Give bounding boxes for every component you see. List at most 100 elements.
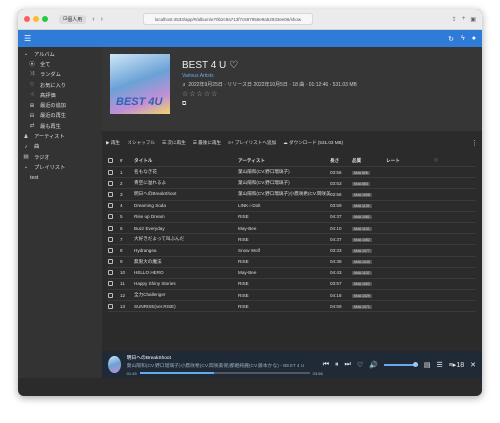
- table-row[interactable]: 5 Rise up Dream RISE 04:37 M4A 1081: [108, 212, 476, 223]
- row-checkbox[interactable]: [108, 292, 113, 298]
- table-row[interactable]: 2 青空に溢れるよ 葉山陽和(CV.野口瑠璃子) 03:53 M4A 853: [108, 178, 476, 190]
- track-artist[interactable]: RISE: [238, 214, 330, 219]
- table-row[interactable]: 13 SUNRISE(ver.RISE) RISE 04:59 M4A 1071: [108, 301, 476, 313]
- table-row[interactable]: 12 全力Challenger RISE 04:18 M4A 1029: [108, 290, 476, 302]
- play-button[interactable]: ▶ 再生: [106, 140, 120, 146]
- col-artist[interactable]: アーティスト: [238, 158, 330, 164]
- tabs-icon[interactable]: ▣: [470, 16, 476, 23]
- close-window-button[interactable]: [24, 16, 30, 22]
- track-title[interactable]: Happy Shiny Stories: [134, 281, 238, 286]
- sidebar-section-playlists[interactable]: ⌄ プレイリスト: [18, 162, 102, 172]
- sidebar-item-all[interactable]: ⦿ 全て: [18, 59, 102, 69]
- track-title[interactable]: 無限大の魔法: [134, 259, 238, 265]
- queue-icon[interactable]: ☰: [436, 361, 442, 369]
- col-quality[interactable]: 品質: [352, 158, 386, 164]
- track-title[interactable]: 明日へのBreakShoot: [134, 191, 238, 197]
- track-title[interactable]: Hydrangea: [134, 248, 238, 253]
- add-to-playlist-button[interactable]: ≡+ プレイリストへ追加: [228, 140, 276, 146]
- maximize-window-button[interactable]: [42, 16, 48, 22]
- select-all-checkbox[interactable]: [108, 158, 113, 163]
- sidebar-item-recently-played[interactable]: ⊟ 最近の再生: [18, 111, 102, 121]
- row-checkbox[interactable]: [108, 281, 113, 287]
- col-title[interactable]: タイトル: [134, 158, 238, 164]
- progress-slider[interactable]: [139, 372, 310, 374]
- track-artist[interactable]: LINK☆Dolt: [238, 203, 330, 209]
- more-options-icon[interactable]: ⋮: [471, 139, 478, 147]
- track-artist[interactable]: RISE: [238, 281, 330, 286]
- track-title[interactable]: 大好きだよって叫ぶんだ: [134, 236, 238, 242]
- track-artist[interactable]: RISE: [238, 304, 330, 309]
- track-artist[interactable]: 葉山陽和(CV.野口瑠璃子): [238, 169, 330, 175]
- now-playing-title[interactable]: 明日へのBreakShoot: [127, 354, 323, 361]
- table-row[interactable]: 1 名もなき花 葉山陽和(CV.野口瑠璃子) 03:56 M4A 826: [108, 167, 476, 179]
- track-artist[interactable]: 葉山陽和(CV.野口瑠璃子): [238, 180, 330, 186]
- row-checkbox[interactable]: [108, 169, 113, 175]
- table-row[interactable]: 7 大好きだよって叫ぶんだ RISE 04:37 M4A 1082: [108, 234, 476, 246]
- heart-icon[interactable]: ♡: [229, 60, 238, 71]
- play-next-button[interactable]: ☰ 次に再生: [162, 140, 186, 146]
- track-title[interactable]: Buzz Everyday: [134, 226, 238, 231]
- track-title[interactable]: 全力Challenger: [134, 292, 238, 298]
- track-artist[interactable]: 葉山陽和(CV.野口瑠璃子)小鷹咲希(CV.岡咲美保)都姫純麗(CV.藤本かな): [238, 191, 330, 197]
- col-number[interactable]: #: [120, 158, 134, 163]
- now-playing-cover[interactable]: [108, 356, 121, 373]
- close-icon[interactable]: ✕: [470, 361, 476, 369]
- col-length[interactable]: 長さ: [330, 158, 352, 164]
- row-checkbox[interactable]: [108, 303, 113, 309]
- track-title[interactable]: Dreaming Soda: [134, 203, 238, 208]
- previous-icon[interactable]: ⏮: [323, 361, 329, 369]
- track-artist[interactable]: RISE: [238, 293, 330, 298]
- sidebar-item-most-played[interactable]: ⇄ 最も再生: [18, 121, 102, 131]
- track-artist[interactable]: RISE: [238, 237, 330, 242]
- track-title[interactable]: 青空に溢れるよ: [134, 180, 238, 186]
- share-icon[interactable]: ⧉: [182, 101, 357, 108]
- sidebar-item-songs[interactable]: ♪ 曲: [18, 142, 102, 152]
- track-artist[interactable]: May-Bee: [238, 226, 330, 231]
- volume-slider[interactable]: [383, 361, 418, 367]
- profile-button[interactable]: ⊡ 個人用: [59, 14, 87, 24]
- table-row[interactable]: 11 Happy Shiny Stories RISE 03:57 M4A 1062: [108, 279, 476, 291]
- table-row[interactable]: 10 HELLO HERO May-Bee 04:43 M4A 1102: [108, 268, 476, 279]
- sidebar-item-random[interactable]: ⤨ ランダム: [18, 70, 102, 80]
- minimize-window-button[interactable]: [33, 16, 39, 22]
- track-title[interactable]: SUNRISE(ver.RISE): [134, 304, 238, 309]
- next-icon[interactable]: ⏭: [345, 361, 351, 369]
- user-icon[interactable]: ●: [472, 35, 476, 43]
- sidebar-item-favorites[interactable]: ♡ お気に入り: [18, 80, 102, 90]
- forward-icon[interactable]: ›: [101, 16, 103, 23]
- activity-icon[interactable]: ϟ: [461, 35, 465, 43]
- table-row[interactable]: 4 Dreaming Soda LINK☆Dolt 03:59 M4A 1125: [108, 201, 476, 212]
- back-icon[interactable]: ‹: [92, 16, 94, 23]
- row-checkbox[interactable]: [108, 191, 113, 197]
- row-checkbox[interactable]: [108, 180, 113, 186]
- track-artist[interactable]: May-Bee: [238, 270, 330, 275]
- download-button[interactable]: ☁ ダウンロード (531.03 MB): [283, 140, 343, 146]
- row-checkbox[interactable]: [108, 236, 113, 242]
- col-rating[interactable]: レート: [386, 158, 434, 164]
- row-checkbox[interactable]: [108, 259, 113, 265]
- table-row[interactable]: 3 明日へのBreakShoot 葉山陽和(CV.野口瑠璃子)小鷹咲希(CV.岡咲美…: [108, 189, 476, 201]
- add-tab-icon[interactable]: +: [462, 16, 466, 23]
- heart-icon[interactable]: ♡: [357, 361, 363, 369]
- track-title[interactable]: 名もなき花: [134, 169, 238, 175]
- menu-icon[interactable]: ☰: [24, 34, 31, 43]
- row-checkbox[interactable]: [108, 225, 113, 231]
- sidebar-playlist-test[interactable]: test: [18, 173, 102, 183]
- pause-icon[interactable]: ⏸: [335, 361, 339, 369]
- share-icon[interactable]: ⇪: [452, 16, 457, 23]
- heart-icon[interactable]: ♡: [434, 158, 444, 164]
- refresh-icon[interactable]: ↻: [448, 35, 454, 43]
- sidebar-section-albums[interactable]: ⌄ アルバム: [18, 49, 102, 59]
- track-title[interactable]: Rise up Dream: [134, 214, 238, 219]
- sidebar-item-recently-added[interactable]: ⊞ 最近の追加: [18, 100, 102, 110]
- volume-icon[interactable]: 🔊: [369, 361, 378, 369]
- album-artist-link[interactable]: Various Artists: [182, 73, 357, 79]
- sidebar-item-top-rated[interactable]: ☝ 高評価: [18, 90, 102, 100]
- track-artist[interactable]: RISE: [238, 259, 330, 264]
- table-row[interactable]: 8 Hydrangea Snow Wolf 03:33 M4A 1077: [108, 245, 476, 257]
- lyrics-icon[interactable]: ▤: [424, 361, 431, 369]
- track-artist[interactable]: Snow Wolf: [238, 248, 330, 253]
- track-title[interactable]: HELLO HERO: [134, 270, 238, 275]
- rating-stars[interactable]: ☆☆☆☆☆: [182, 90, 357, 98]
- row-checkbox[interactable]: [108, 247, 113, 253]
